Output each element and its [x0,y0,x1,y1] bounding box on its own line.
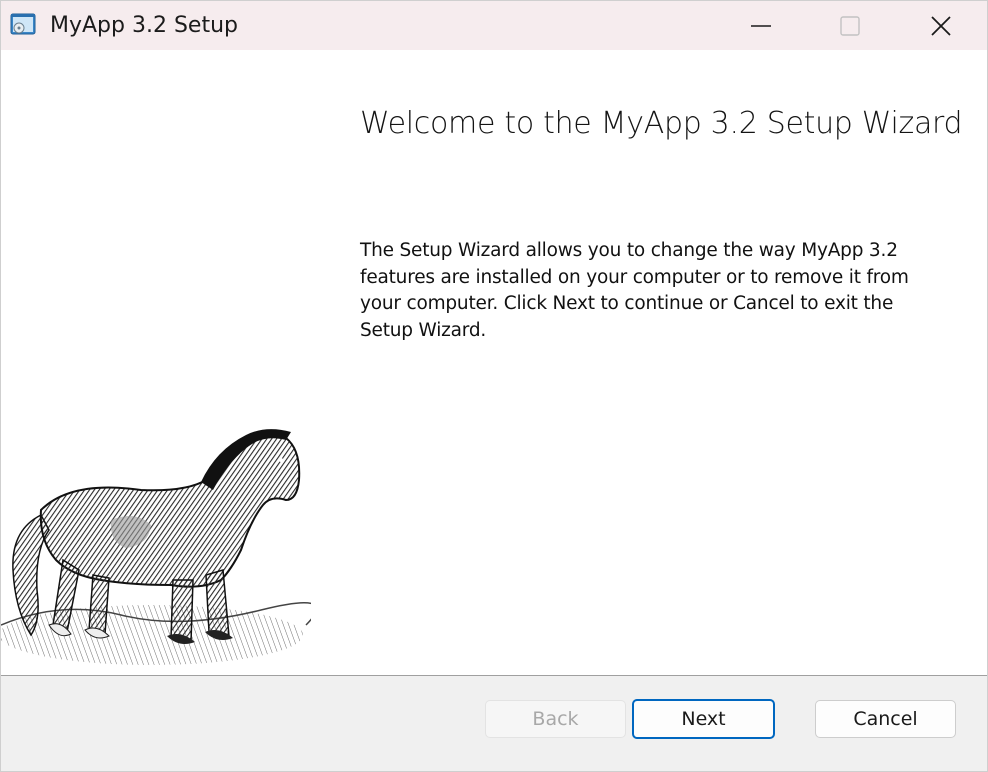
wizard-content: Welcome to the MyApp 3.2 Setup Wizard Th… [1,50,987,676]
title-bar[interactable]: MyApp 3.2 Setup [1,1,987,50]
cancel-button[interactable]: Cancel [815,700,956,738]
installer-icon [10,13,36,35]
back-button: Back [485,700,626,738]
wizard-footer: Back Next Cancel [1,676,987,771]
page-title: Welcome to the MyApp 3.2 Setup Wizard [360,106,963,141]
close-icon [931,15,951,36]
setup-window: MyApp 3.2 Setup Welcome to the MyApp 3.2… [0,0,988,772]
wizard-description: The Setup Wizard allows you to change th… [360,240,909,341]
close-button[interactable] [895,1,987,50]
minimize-icon [751,24,771,27]
maximize-icon [840,15,860,36]
horse-illustration [1,429,311,665]
next-button[interactable]: Next [632,699,775,739]
window-title: MyApp 3.2 Setup [50,13,238,38]
maximize-button [804,1,896,50]
minimize-button[interactable] [715,1,807,50]
